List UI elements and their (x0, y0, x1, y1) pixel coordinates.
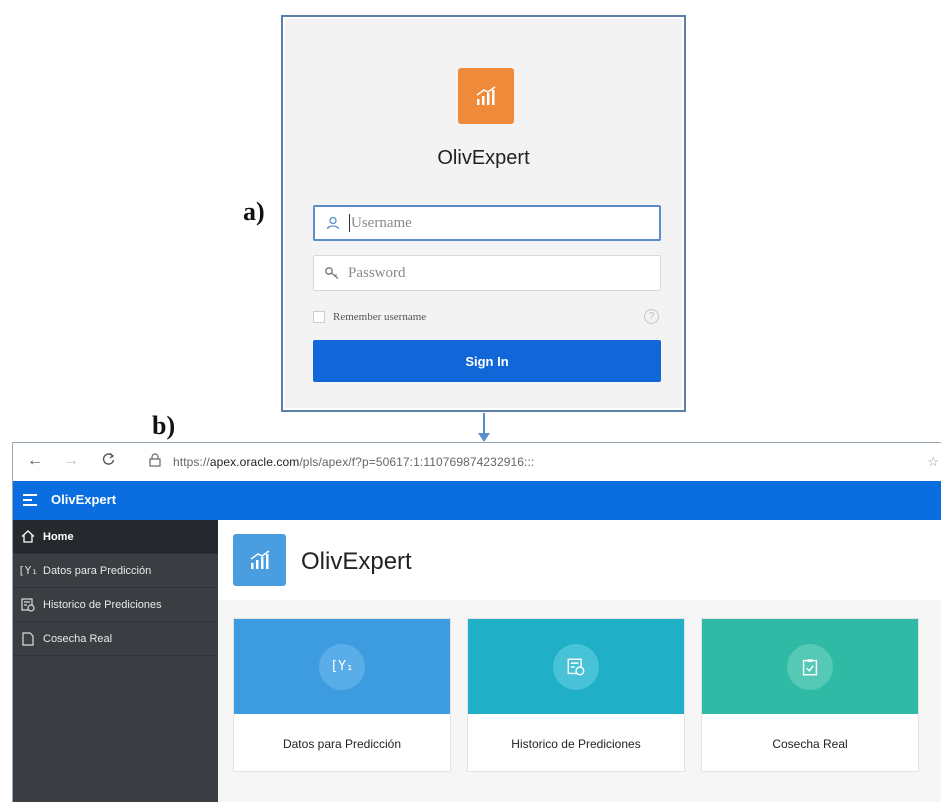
menu-icon[interactable] (23, 492, 39, 508)
main-content: OlivExpert [Y₁ Datos para Predicción His… (218, 520, 941, 802)
calendar-clock-icon (13, 597, 43, 612)
chart-bars-icon (233, 534, 286, 586)
username-input[interactable] (351, 214, 631, 232)
card-label: Datos para Predicción (282, 737, 402, 751)
card-historico[interactable]: Historico de Prediciones (467, 618, 685, 772)
url-domain: apex.oracle.com (209, 455, 300, 469)
formula-icon: [Y₁ (18, 564, 38, 577)
sidebar-item-label: Cosecha Real (43, 632, 113, 645)
clipboard-check-icon (787, 643, 833, 690)
user-icon (325, 215, 341, 231)
page-title: OlivExpert (301, 548, 412, 575)
help-icon[interactable]: ? (644, 309, 659, 324)
calendar-clock-icon (553, 643, 599, 690)
text-cursor (349, 214, 350, 232)
address-bar[interactable]: ← → https://apex.oracle.com/pls/apex/f?p… (13, 443, 941, 481)
sidebar-item-label: Historico de Prediciones (43, 598, 162, 611)
url-path: /pls/apex/f?p=50617:1:110769874232916::: (299, 455, 535, 469)
app-header: OlivExpert (13, 481, 941, 520)
star-icon[interactable]: ☆ (927, 454, 939, 470)
login-app-title: OlivExpert (437, 147, 530, 169)
card-banner (702, 619, 918, 714)
app-name[interactable]: OlivExpert (51, 492, 116, 507)
card-datos[interactable]: [Y₁ Datos para Predicción (233, 618, 451, 772)
page-header: OlivExpert (218, 520, 941, 600)
sidebar-item-label: Home (43, 530, 74, 543)
sidebar: Home [Y₁ Datos para Predicción Historico… (13, 520, 218, 802)
card-label: Cosecha Real (772, 737, 848, 751)
sidebar-item-label: Datos para Predicción (43, 564, 152, 577)
forward-arrow-icon[interactable]: → (63, 452, 79, 470)
refresh-icon[interactable] (101, 452, 116, 472)
password-field[interactable] (313, 255, 661, 291)
panel-label-b: b) (152, 411, 176, 440)
url-prefix: https:// (173, 455, 210, 469)
back-arrow-icon[interactable]: ← (27, 452, 43, 470)
panel-label-a: a) (243, 197, 265, 226)
lock-icon (149, 453, 161, 472)
remember-row: Remember username ? (313, 309, 661, 325)
key-icon (324, 265, 340, 281)
remember-label: Remember username (333, 311, 427, 323)
sidebar-item-historico[interactable]: Historico de Prediciones (13, 588, 218, 622)
card-cosecha[interactable]: Cosecha Real (701, 618, 919, 772)
sidebar-item-datos[interactable]: [Y₁ Datos para Predicción (13, 554, 218, 588)
card-banner (468, 619, 684, 714)
password-input[interactable] (348, 264, 628, 282)
username-field[interactable] (313, 205, 661, 241)
login-card: OlivExpert Remember username ? Sign In (285, 19, 682, 408)
remember-checkbox[interactable] (313, 311, 325, 323)
sidebar-item-home[interactable]: Home (13, 520, 218, 554)
chart-bars-icon (458, 68, 514, 124)
browser-window: ← → https://apex.oracle.com/pls/apex/f?p… (12, 442, 941, 802)
connector-arrow-line (483, 413, 485, 435)
sidebar-item-cosecha[interactable]: Cosecha Real (13, 622, 218, 656)
formula-icon: [Y₁ (319, 643, 365, 690)
connector-arrow-head (478, 433, 490, 442)
url-text[interactable]: https://apex.oracle.com/pls/apex/f?p=506… (173, 455, 534, 469)
sign-in-button[interactable]: Sign In (313, 340, 661, 382)
card-banner: [Y₁ (234, 619, 450, 714)
document-icon (13, 631, 43, 646)
home-icon (13, 530, 43, 543)
login-screen: OlivExpert Remember username ? Sign In (281, 15, 686, 412)
card-label: Historico de Prediciones (511, 737, 641, 751)
